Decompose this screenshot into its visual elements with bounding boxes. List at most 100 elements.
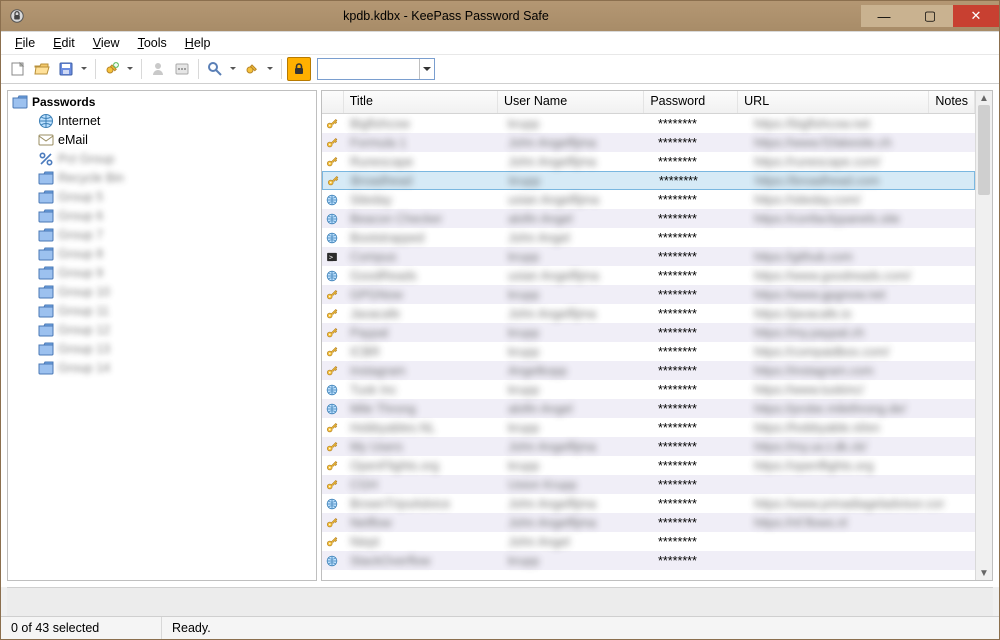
entry-row[interactable]: Broadheadkrupp********https://broadhead.… — [322, 171, 975, 190]
quick-search-input[interactable] — [318, 59, 419, 79]
lock-workspace-button[interactable] — [287, 57, 311, 81]
entry-row[interactable]: Formula 1John Angelfijma********https://… — [322, 133, 975, 152]
entry-row[interactable]: Bigfishcowkrupp********https://bigfishco… — [322, 114, 975, 133]
tree-group[interactable]: Group 5 — [12, 187, 314, 206]
entry-row[interactable]: Tusk Inckrupp********https://www.tuskinc… — [322, 380, 975, 399]
key-icon — [322, 325, 344, 341]
show-entries-button[interactable] — [241, 58, 276, 80]
copy-user-button[interactable] — [147, 58, 169, 80]
tree-group[interactable]: Group 6 — [12, 206, 314, 225]
column-notes[interactable]: Notes — [929, 91, 975, 113]
entry-url: https://javacafe.io — [748, 307, 944, 321]
entry-list-header[interactable]: Title User Name Password URL Notes — [322, 91, 975, 114]
entry-row[interactable]: Hobbyables.NLkrupp********https://hobbya… — [322, 418, 975, 437]
group-tree[interactable]: Passwords Internet eMail Pct Group Recycle … — [7, 90, 317, 581]
tree-group[interactable]: eMail — [12, 130, 314, 149]
tree-group[interactable]: Internet — [12, 111, 314, 130]
entry-row[interactable]: Paypalkrupp********https://my.paypal.ch — [322, 323, 975, 342]
tree-group[interactable]: Group 7 — [12, 225, 314, 244]
maximize-button[interactable]: ▢ — [907, 5, 953, 27]
column-title[interactable]: Title — [344, 91, 498, 113]
entry-row[interactable]: RunescapeJohn Angelfijma********https://… — [322, 152, 975, 171]
close-button[interactable]: ✕ — [953, 5, 999, 27]
entry-row[interactable]: Sitedayusian Angelfijma********https://s… — [322, 190, 975, 209]
tree-group-label: Group 14 — [58, 361, 110, 375]
titlebar[interactable]: kpdb.kdbx - KeePass Password Safe — ▢ ✕ — [1, 1, 999, 31]
column-url[interactable]: URL — [738, 91, 929, 113]
mail-icon — [38, 133, 54, 147]
entry-username: krupp — [502, 383, 652, 397]
quick-search[interactable] — [317, 58, 435, 80]
entry-url: https://www.tuskinc/ — [748, 383, 944, 397]
status-state: Ready. — [162, 617, 221, 639]
key-icon — [322, 477, 344, 493]
entry-row[interactable]: OpenFlights.orgkrupp********https://open… — [322, 456, 975, 475]
tree-group[interactable]: Group 13 — [12, 339, 314, 358]
tree-root[interactable]: Passwords — [12, 93, 314, 111]
save-db-button[interactable] — [55, 58, 90, 80]
tree-group[interactable]: Group 9 — [12, 263, 314, 282]
entry-url: https://instagram.com — [748, 364, 944, 378]
entry-row[interactable]: BootstrappedJohn Angel******** — [322, 228, 975, 247]
entry-username: alofin Angel — [502, 212, 652, 226]
key-icon — [323, 173, 345, 189]
tree-group[interactable]: Group 14 — [12, 358, 314, 377]
menu-view[interactable]: View — [85, 34, 128, 52]
folder-icon — [38, 323, 54, 337]
entry-row[interactable]: My UsersJohn Angelfijma********https://m… — [322, 437, 975, 456]
entry-title: StackOverflow — [344, 554, 502, 568]
column-password[interactable]: Password — [644, 91, 738, 113]
entry-row[interactable]: GPGNowkrupp********https://www.gpgnow.ne… — [322, 285, 975, 304]
main-area: Passwords Internet eMail Pct Group Recycle … — [1, 84, 999, 587]
entry-username: krupp — [502, 345, 652, 359]
entry-username: krupp — [502, 288, 652, 302]
tree-group[interactable]: Pct Group — [12, 149, 314, 168]
copy-password-button[interactable] — [171, 58, 193, 80]
app-window: kpdb.kdbx - KeePass Password Safe — ▢ ✕ … — [0, 0, 1000, 640]
entry-title: Instagram — [344, 364, 502, 378]
tree-group[interactable]: Group 10 — [12, 282, 314, 301]
scroll-thumb[interactable] — [978, 105, 990, 195]
entry-title: Broadhead — [345, 174, 503, 188]
entry-password: ******** — [652, 535, 748, 549]
entry-username: John Angelfijma — [502, 516, 652, 530]
scroll-down-icon[interactable]: ▼ — [976, 566, 992, 580]
tree-group[interactable]: Group 8 — [12, 244, 314, 263]
entry-row[interactable]: CGHUsion Krupp******** — [322, 475, 975, 494]
entry-row[interactable]: NieptJohn Angel******** — [322, 532, 975, 551]
tree-group-label: eMail — [58, 133, 88, 147]
tree-group[interactable]: Recycle Bin — [12, 168, 314, 187]
entry-row[interactable]: ICBRkrupp********https://compaidbox.com/ — [322, 342, 975, 361]
menu-help[interactable]: Help — [177, 34, 219, 52]
entry-title: Paypal — [344, 326, 502, 340]
entry-row[interactable]: GoodReadsusian Angelfijma********https:/… — [322, 266, 975, 285]
entry-row[interactable]: Beacon Checkeralofin Angel********https:… — [322, 209, 975, 228]
minimize-button[interactable]: — — [861, 5, 907, 27]
entry-list-body[interactable]: Bigfishcowkrupp********https://bigfishco… — [322, 114, 975, 580]
tree-group[interactable]: Group 11 — [12, 301, 314, 320]
entry-row[interactable]: InstagramAngelkopp********https://instag… — [322, 361, 975, 380]
globe-icon — [38, 113, 54, 129]
entry-title: CGH — [344, 478, 502, 492]
menu-tools[interactable]: Tools — [130, 34, 175, 52]
open-db-button[interactable] — [31, 58, 53, 80]
column-username[interactable]: User Name — [498, 91, 644, 113]
menu-file[interactable]: File — [7, 34, 43, 52]
tree-group[interactable]: Group 12 — [12, 320, 314, 339]
entry-row[interactable]: JavacafeJohn Angelfijma********https://j… — [322, 304, 975, 323]
new-db-button[interactable] — [7, 58, 29, 80]
menu-edit[interactable]: Edit — [45, 34, 83, 52]
quick-search-dropdown[interactable] — [419, 59, 434, 79]
find-button[interactable] — [204, 58, 239, 80]
entry-row[interactable]: >_Compuskrupp********https://github.com — [322, 247, 975, 266]
entry-row[interactable]: StackOverflowkrupp******** — [322, 551, 975, 570]
scroll-up-icon[interactable]: ▲ — [976, 91, 992, 105]
entry-username: krupp — [502, 326, 652, 340]
entry-row[interactable]: Mile Throngalofin Angel********https://p… — [322, 399, 975, 418]
entry-row[interactable]: NetflowJohn Angelfijma********https://nf… — [322, 513, 975, 532]
vertical-scrollbar[interactable]: ▲ ▼ — [975, 91, 992, 580]
add-entry-button[interactable] — [101, 58, 136, 80]
key-icon — [322, 458, 344, 474]
tree-group-label: Recycle Bin — [58, 171, 124, 185]
entry-row[interactable]: BrownTripsAdviceJohn Angelfijma********h… — [322, 494, 975, 513]
